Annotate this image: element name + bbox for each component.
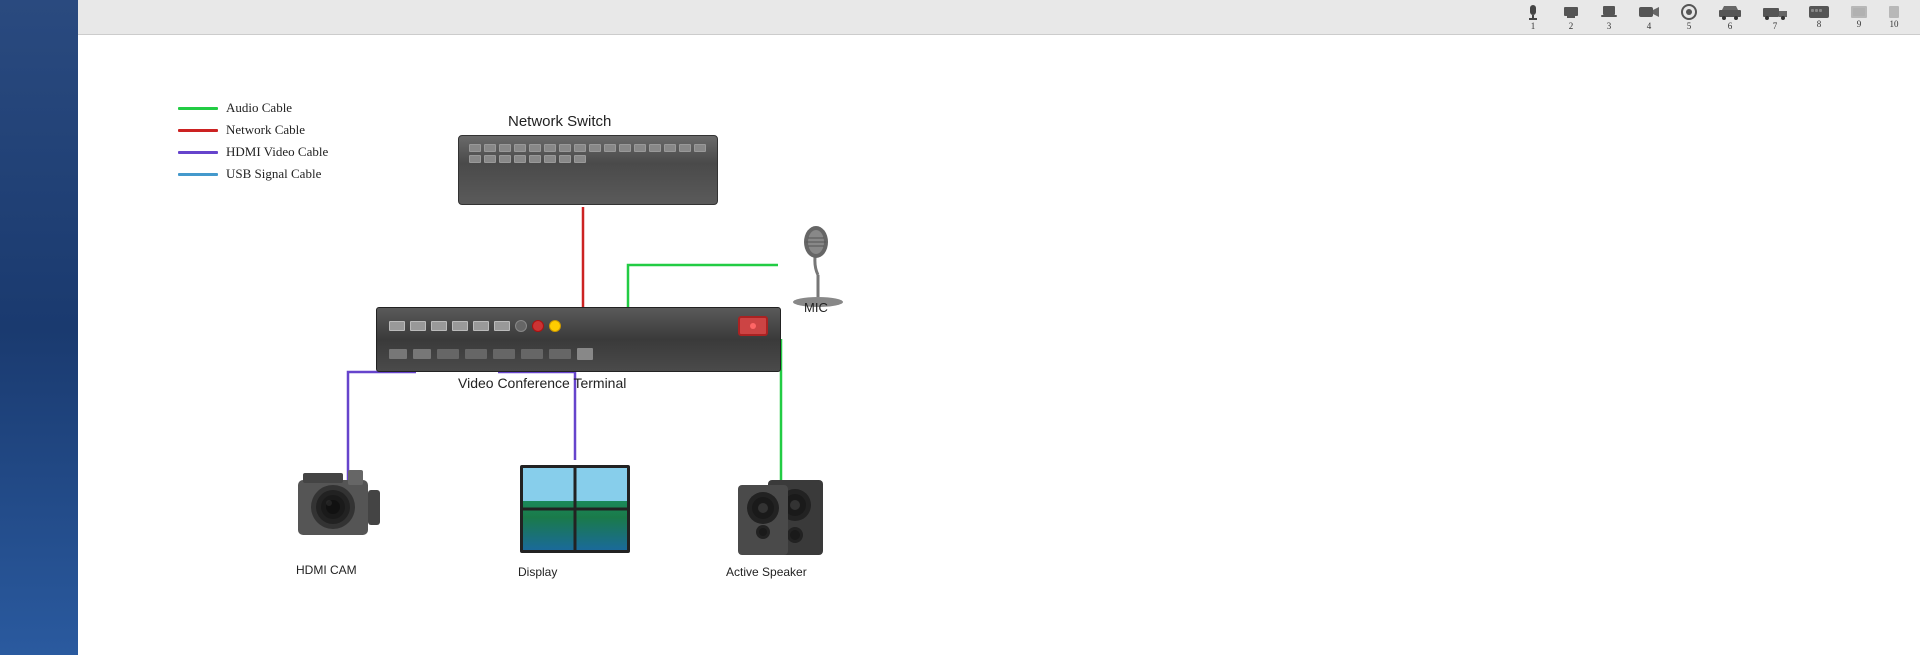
icon-label-1: 1 bbox=[1531, 21, 1536, 31]
top-icon-10[interactable]: 10 bbox=[1888, 5, 1900, 29]
connections-svg bbox=[78, 35, 1920, 655]
top-icon-4[interactable]: 4 bbox=[1638, 3, 1660, 31]
port-2 bbox=[484, 144, 496, 152]
camera-device bbox=[293, 465, 393, 555]
network-switch-device bbox=[458, 135, 718, 205]
main-content: 1 2 3 bbox=[78, 0, 1920, 655]
port-6 bbox=[544, 144, 556, 152]
vct-button-red bbox=[738, 316, 768, 336]
vct-device bbox=[376, 307, 781, 372]
display-device bbox=[515, 460, 635, 560]
switch-ports bbox=[459, 136, 717, 167]
icon-label-4: 4 bbox=[1647, 21, 1652, 31]
port-21 bbox=[529, 155, 541, 163]
top-icon-2[interactable]: 2 bbox=[1562, 3, 1580, 31]
vct-button-led bbox=[750, 323, 756, 329]
port-11 bbox=[619, 144, 631, 152]
speaker-device bbox=[733, 470, 833, 560]
port-18 bbox=[484, 155, 496, 163]
top-icon-7[interactable]: 7 bbox=[1762, 3, 1788, 31]
display-label: Display bbox=[518, 565, 557, 579]
left-sidebar bbox=[0, 0, 78, 655]
vct-label: Video Conference Terminal bbox=[458, 375, 626, 391]
icon-label-10: 10 bbox=[1890, 19, 1899, 29]
vct-port-2 bbox=[410, 321, 426, 331]
icon-label-5: 5 bbox=[1687, 21, 1692, 31]
port-4 bbox=[514, 144, 526, 152]
port-5 bbox=[529, 144, 541, 152]
port-3 bbox=[499, 144, 511, 152]
top-bar: 1 2 3 bbox=[78, 0, 1920, 35]
diagram-area: Audio Cable Network Cable HDMI Video Cab… bbox=[78, 35, 1920, 655]
port-12 bbox=[634, 144, 646, 152]
vct-port-3 bbox=[431, 321, 447, 331]
camera-label: HDMI CAM bbox=[296, 563, 357, 577]
vct-rca-yellow bbox=[549, 320, 561, 332]
mic-label: MIC bbox=[804, 300, 828, 315]
port-8 bbox=[574, 144, 586, 152]
speaker-label: Active Speaker bbox=[726, 565, 807, 579]
port-24 bbox=[574, 155, 586, 163]
port-13 bbox=[649, 144, 661, 152]
vct-port-5 bbox=[473, 321, 489, 331]
port-17 bbox=[469, 155, 481, 163]
vct-rca-red bbox=[532, 320, 544, 332]
top-icon-8[interactable]: 8 bbox=[1808, 5, 1830, 29]
port-7 bbox=[559, 144, 571, 152]
vct-hdmi-5 bbox=[549, 349, 571, 359]
port-15 bbox=[679, 144, 691, 152]
top-icon-3[interactable]: 3 bbox=[1600, 3, 1618, 31]
port-16 bbox=[694, 144, 706, 152]
port-1 bbox=[469, 144, 481, 152]
vct-usb-1 bbox=[389, 349, 407, 359]
icon-label-7: 7 bbox=[1773, 21, 1778, 31]
vct-hdmi-1 bbox=[437, 349, 459, 359]
top-icon-5[interactable]: 5 bbox=[1680, 3, 1698, 31]
vct-port-1 bbox=[389, 321, 405, 331]
vct-ethernet bbox=[577, 348, 593, 360]
vct-hdmi-3 bbox=[493, 349, 515, 359]
icon-label-6: 6 bbox=[1728, 21, 1733, 31]
top-icon-9[interactable]: 9 bbox=[1850, 5, 1868, 29]
vct-audio-in bbox=[515, 320, 527, 332]
icon-label-8: 8 bbox=[1817, 19, 1822, 29]
icon-label-3: 3 bbox=[1607, 21, 1612, 31]
vct-hdmi-4 bbox=[521, 349, 543, 359]
vct-usb-2 bbox=[413, 349, 431, 359]
vct-port-6 bbox=[494, 321, 510, 331]
top-icons-container: 1 2 3 bbox=[1524, 3, 1900, 31]
mic-audio-line bbox=[628, 265, 778, 307]
port-19 bbox=[499, 155, 511, 163]
top-icon-1[interactable]: 1 bbox=[1524, 3, 1542, 31]
vct-hdmi-2 bbox=[465, 349, 487, 359]
top-icon-6[interactable]: 6 bbox=[1718, 3, 1742, 31]
port-9 bbox=[589, 144, 601, 152]
port-23 bbox=[559, 155, 571, 163]
network-switch-label: Network Switch bbox=[508, 113, 611, 130]
port-14 bbox=[664, 144, 676, 152]
port-10 bbox=[604, 144, 616, 152]
port-20 bbox=[514, 155, 526, 163]
icon-label-2: 2 bbox=[1569, 21, 1574, 31]
mic-device bbox=[778, 220, 858, 310]
port-22 bbox=[544, 155, 556, 163]
vct-port-4 bbox=[452, 321, 468, 331]
icon-label-9: 9 bbox=[1857, 19, 1862, 29]
